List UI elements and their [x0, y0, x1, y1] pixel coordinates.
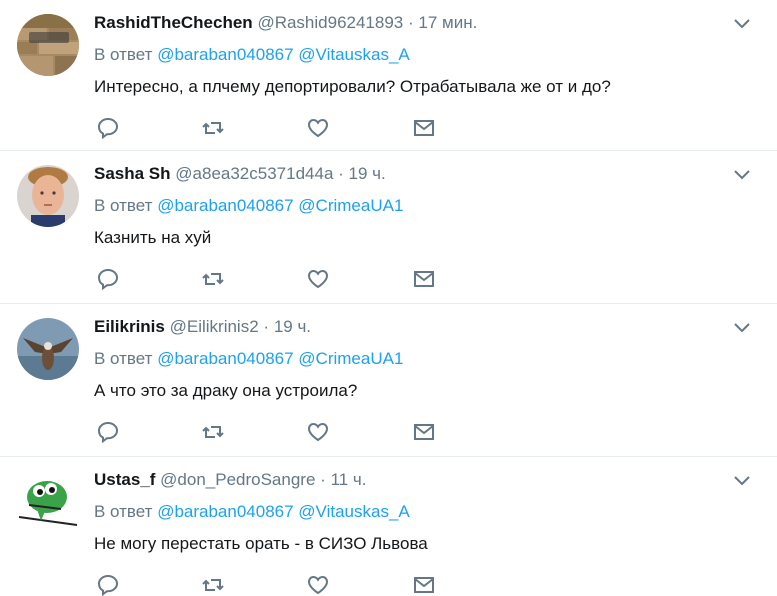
reply-prefix: В ответ: [94, 45, 153, 64]
fullname[interactable]: Ustas_f: [94, 470, 155, 489]
mention-link[interactable]: @Vitauskas_A: [298, 45, 409, 64]
tweet[interactable]: RashidTheChechen @Rashid96241893 · 17 ми…: [0, 0, 777, 151]
action-bar: [94, 421, 454, 443]
tweet-header: Eilikrinis @Eilikrinis2 · 19 ч.: [94, 317, 311, 337]
action-bar: [94, 117, 454, 139]
username[interactable]: @Rashid96241893: [257, 13, 403, 32]
avatar[interactable]: [17, 471, 79, 533]
envelope-icon[interactable]: [412, 117, 436, 139]
mention-link[interactable]: @baraban040867: [157, 45, 293, 64]
reply-icon[interactable]: [96, 421, 120, 443]
chevron-down-icon[interactable]: [733, 474, 751, 488]
tweet-header: RashidTheChechen @Rashid96241893 · 17 ми…: [94, 13, 477, 33]
timestamp[interactable]: 19 ч.: [349, 164, 386, 183]
retweet-icon[interactable]: [201, 268, 225, 290]
action-bar: [94, 574, 454, 596]
separator-dot: ·: [263, 317, 270, 336]
mention-link[interactable]: @CrimeaUA1: [298, 196, 403, 215]
heart-icon[interactable]: [306, 268, 330, 290]
separator-dot: ·: [407, 13, 414, 32]
timestamp[interactable]: 19 ч.: [274, 317, 311, 336]
tweet-header: Ustas_f @don_PedroSangre · 11 ч.: [94, 470, 367, 490]
reply-icon[interactable]: [96, 268, 120, 290]
tweet[interactable]: Sasha Sh @a8ea32c5371d44a · 19 ч. В отве…: [0, 151, 777, 304]
heart-icon[interactable]: [306, 421, 330, 443]
timestamp[interactable]: 11 ч.: [331, 470, 367, 489]
envelope-icon[interactable]: [412, 574, 436, 596]
separator-dot: ·: [338, 164, 344, 183]
avatar[interactable]: [17, 14, 79, 76]
tweet[interactable]: Ustas_f @don_PedroSangre · 11 ч. В ответ…: [0, 457, 777, 596]
chevron-down-icon[interactable]: [733, 17, 751, 31]
timestamp[interactable]: 17 мин.: [418, 13, 477, 32]
fullname[interactable]: Sasha Sh: [94, 164, 171, 183]
reply-icon[interactable]: [96, 117, 120, 139]
tweet-text: Казнить на хуй: [94, 228, 212, 247]
retweet-icon[interactable]: [201, 117, 225, 139]
envelope-icon[interactable]: [412, 421, 436, 443]
mention-link[interactable]: @baraban040867: [157, 196, 293, 215]
retweet-icon[interactable]: [201, 574, 225, 596]
mention-link[interactable]: @baraban040867: [157, 502, 293, 521]
reply-context: В ответ @baraban040867 @CrimeaUA1: [94, 349, 403, 369]
chevron-down-icon[interactable]: [733, 321, 751, 335]
fullname[interactable]: RashidTheChechen: [94, 13, 253, 32]
fullname[interactable]: Eilikrinis: [94, 317, 165, 336]
tweet-text: Интересно, а плчему депортировали? Отраб…: [94, 77, 611, 96]
username[interactable]: @don_PedroSangre: [160, 470, 315, 489]
tweet-text: А что это за драку она устроила?: [94, 381, 358, 400]
reply-prefix: В ответ: [94, 196, 153, 215]
reply-context: В ответ @baraban040867 @Vitauskas_A: [94, 502, 410, 522]
heart-icon[interactable]: [306, 574, 330, 596]
action-bar: [94, 268, 454, 290]
retweet-icon[interactable]: [201, 421, 225, 443]
avatar[interactable]: [17, 165, 79, 227]
tweet-header: Sasha Sh @a8ea32c5371d44a · 19 ч.: [94, 164, 386, 184]
reply-context: В ответ @baraban040867 @CrimeaUA1: [94, 196, 403, 216]
separator-dot: ·: [320, 470, 326, 489]
username[interactable]: @a8ea32c5371d44a: [175, 164, 333, 183]
reply-prefix: В ответ: [94, 349, 153, 368]
mention-link[interactable]: @baraban040867: [157, 349, 293, 368]
username[interactable]: @Eilikrinis2: [170, 317, 259, 336]
mention-link[interactable]: @CrimeaUA1: [298, 349, 403, 368]
reply-prefix: В ответ: [94, 502, 153, 521]
reply-icon[interactable]: [96, 574, 120, 596]
mention-link[interactable]: @Vitauskas_A: [298, 502, 409, 521]
envelope-icon[interactable]: [412, 268, 436, 290]
tweet[interactable]: Eilikrinis @Eilikrinis2 · 19 ч. В ответ …: [0, 304, 777, 457]
reply-context: В ответ @baraban040867 @Vitauskas_A: [94, 45, 410, 65]
heart-icon[interactable]: [306, 117, 330, 139]
chevron-down-icon[interactable]: [733, 168, 751, 182]
tweet-text: Не могу перестать орать - в СИЗО Львова: [94, 534, 428, 553]
avatar[interactable]: [17, 318, 79, 380]
